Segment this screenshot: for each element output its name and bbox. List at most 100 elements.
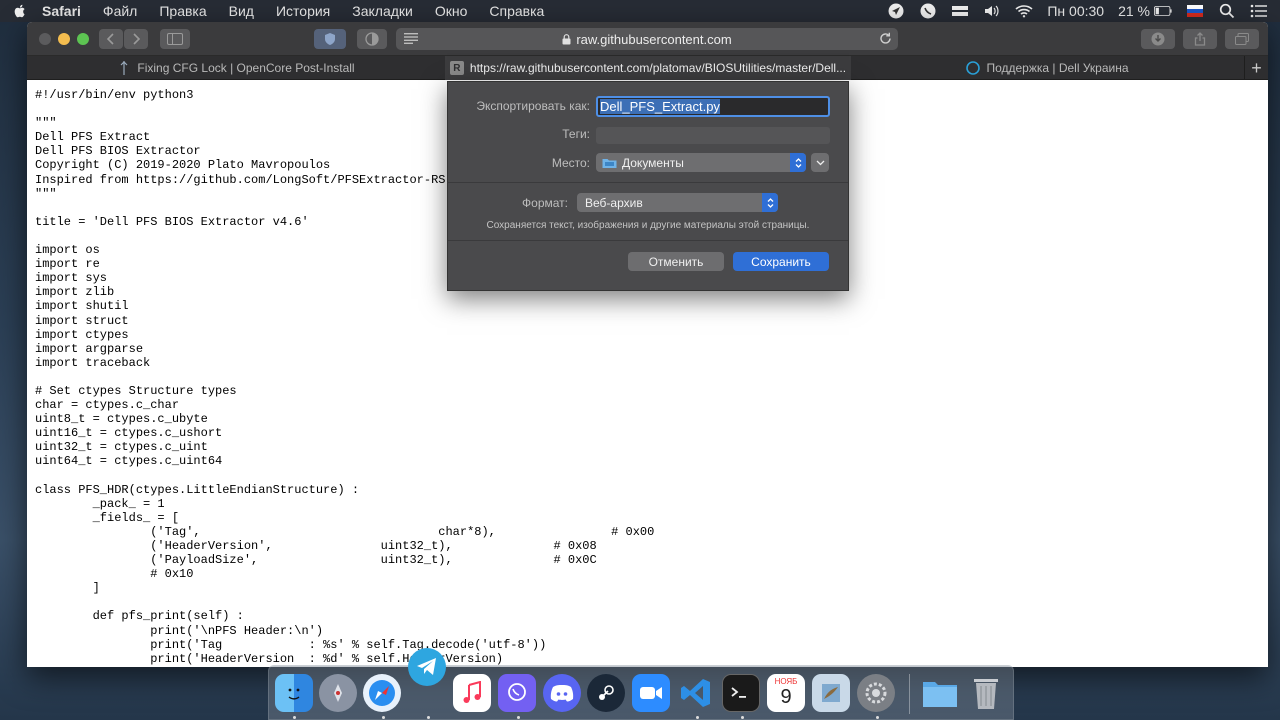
spotlight-search-icon[interactable] [1218, 3, 1236, 19]
save-button[interactable]: Сохранить [733, 252, 829, 271]
raw-favicon-icon: R [449, 61, 464, 75]
chevron-right-icon [133, 33, 141, 45]
close-window-button[interactable] [39, 33, 51, 45]
export-as-label: Экспортировать как: [476, 99, 590, 113]
format-description: Сохраняется текст, изображения и другие … [486, 220, 810, 231]
reader-view-icon[interactable] [404, 32, 418, 47]
battery-percent[interactable]: 21 % [1118, 3, 1150, 19]
running-indicator [696, 716, 699, 719]
cancel-button[interactable]: Отменить [628, 252, 724, 271]
location-value: Документы [622, 155, 684, 170]
dell-icon [966, 61, 981, 75]
code-line: print('\nPFS Header:\n') [35, 623, 324, 638]
zoom-window-button[interactable] [77, 33, 89, 45]
downloads-folder-icon[interactable] [921, 674, 959, 712]
code-line: _fields_ = [ [35, 510, 180, 525]
code-line: ('Tag', char*8), # 0x00 [35, 524, 655, 539]
steam-icon[interactable] [587, 674, 625, 712]
safari-icon[interactable] [363, 674, 401, 712]
telegram-icon[interactable] [408, 648, 446, 686]
preview-icon[interactable] [812, 674, 850, 712]
code-line: import argparse [35, 341, 144, 356]
dialog-divider [448, 182, 848, 183]
forward-button[interactable] [124, 29, 148, 49]
format-label: Формат: [522, 196, 568, 210]
system-preferences-icon[interactable] [857, 674, 895, 712]
location-arrow-icon[interactable] [887, 3, 905, 19]
extension-button[interactable] [357, 29, 387, 49]
folder-icon [602, 157, 617, 169]
music-icon[interactable] [453, 674, 491, 712]
code-line: ] [35, 581, 100, 596]
finder-icon[interactable] [275, 674, 313, 712]
reload-icon[interactable] [879, 32, 892, 48]
launchpad-icon[interactable] [319, 674, 357, 712]
dock: НОЯБ 9 [268, 648, 1014, 720]
russian-flag-icon[interactable] [1186, 3, 1204, 19]
updown-arrows-icon [790, 153, 806, 172]
running-indicator [876, 716, 879, 719]
lock-icon [562, 33, 571, 45]
tab-opencore[interactable]: Fixing CFG Lock | OpenCore Post-Install [27, 56, 445, 80]
viber-status-icon[interactable] [919, 3, 937, 19]
viber-icon[interactable] [498, 674, 536, 712]
calendar-icon[interactable]: НОЯБ 9 [767, 674, 805, 712]
menu-help[interactable]: Справка [489, 3, 544, 19]
share-button[interactable] [1183, 29, 1217, 49]
clock[interactable]: Пн 00:30 [1047, 3, 1104, 19]
download-icon [1151, 32, 1165, 46]
address-text: raw.githubusercontent.com [576, 31, 732, 47]
menu-view[interactable]: Вид [229, 3, 254, 19]
menu-window[interactable]: Окно [435, 3, 468, 19]
address-bar[interactable]: raw.githubusercontent.com [396, 28, 898, 50]
tab-label: https://raw.githubusercontent.com/platom… [469, 61, 847, 75]
menu-edit[interactable]: Правка [159, 3, 206, 19]
save-dialog: Экспортировать как: Dell_PFS_Extract.py … [447, 81, 849, 291]
location-popup[interactable]: Документы [596, 153, 806, 172]
export-as-value[interactable]: Dell_PFS_Extract.py [600, 99, 720, 114]
minimize-window-button[interactable] [58, 33, 70, 45]
discord-icon[interactable] [543, 674, 581, 712]
hdd-icon[interactable] [951, 3, 969, 19]
code-line: import ctypes [35, 327, 129, 342]
tab-overview-button[interactable] [1225, 29, 1259, 49]
format-popup[interactable]: Веб-архив [577, 193, 778, 212]
volume-icon[interactable] [983, 3, 1001, 19]
wifi-icon[interactable] [1015, 3, 1033, 19]
vscode-icon[interactable] [677, 674, 715, 712]
export-as-field[interactable]: Dell_PFS_Extract.py [596, 96, 830, 117]
chevron-left-icon [106, 33, 114, 45]
downloads-button[interactable] [1141, 29, 1175, 49]
menu-bookmarks[interactable]: Закладки [352, 3, 413, 19]
battery-icon[interactable] [1154, 3, 1172, 19]
running-indicator [517, 716, 520, 719]
menu-bar: Safari Файл Правка Вид История Закладки … [0, 0, 1280, 22]
zoom-icon[interactable] [632, 674, 670, 712]
terminal-icon[interactable] [722, 674, 760, 712]
sidebar-toggle-button[interactable] [160, 29, 190, 49]
tab-dell-support[interactable]: Поддержка | Dell Украина [851, 56, 1244, 80]
tab-bar: Fixing CFG Lock | OpenCore Post-Install … [27, 56, 1268, 80]
menu-history[interactable]: История [276, 3, 330, 19]
apple-icon[interactable] [12, 3, 28, 19]
privacy-shield-button[interactable] [314, 29, 346, 49]
running-indicator [382, 716, 385, 719]
menu-file[interactable]: Файл [103, 3, 137, 19]
back-button[interactable] [99, 29, 123, 49]
code-line: def pfs_print(self) : [35, 609, 244, 624]
notification-center-icon[interactable] [1250, 3, 1268, 19]
opencore-icon [117, 61, 131, 75]
menu-app-name[interactable]: Safari [42, 3, 81, 19]
code-line: char = ctypes.c_char [35, 398, 180, 413]
trash-icon[interactable] [967, 674, 1005, 712]
tab-raw-github[interactable]: R https://raw.githubusercontent.com/plat… [445, 56, 851, 80]
new-tab-button[interactable]: + [1244, 56, 1268, 80]
tags-field[interactable] [596, 127, 830, 144]
tab-label: Поддержка | Dell Украина [986, 61, 1129, 75]
expand-browser-button[interactable] [811, 153, 829, 172]
calendar-month: НОЯБ [774, 677, 798, 686]
dock-separator [909, 674, 910, 714]
